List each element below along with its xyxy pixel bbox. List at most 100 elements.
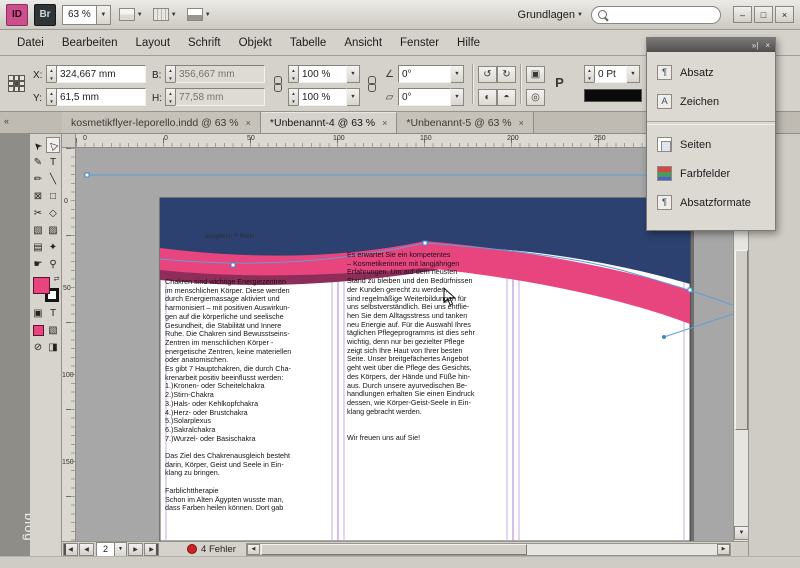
close-icon[interactable]: ×: [382, 118, 387, 128]
flip-horizontal-button[interactable]: ◐: [478, 89, 497, 106]
type-tool[interactable]: T: [46, 154, 60, 170]
scale-y-value[interactable]: 100 %: [298, 88, 347, 106]
menu-layout[interactable]: Layout: [126, 33, 179, 53]
zoom-tool[interactable]: ⚲: [46, 256, 60, 272]
apply-gradient-button[interactable]: ▧: [46, 322, 60, 338]
rotate-ccw-button[interactable]: ↺: [478, 66, 497, 83]
chevron-down-icon[interactable]: ▼: [347, 65, 360, 83]
tab-kosmetikflyer[interactable]: kosmetikflyer-leporello.indd @ 63 % ×: [62, 112, 261, 133]
gradient-feather-tool[interactable]: ▨: [46, 222, 60, 238]
shear-value[interactable]: 0°: [398, 88, 451, 106]
close-icon[interactable]: ×: [765, 41, 770, 50]
stroke-weight-field[interactable]: ▲▼ 0 Pt ▼: [584, 65, 640, 83]
scale-x-field[interactable]: ▲▼ 100 % ▼: [288, 65, 360, 83]
swap-fill-stroke-icon[interactable]: ⇄: [54, 275, 60, 283]
x-value[interactable]: 324,667 mm: [56, 65, 146, 83]
panel-item-seiten[interactable]: Seiten: [647, 130, 775, 159]
first-page-button[interactable]: ◀: [63, 543, 78, 556]
rotation-field[interactable]: 0° ▼: [398, 65, 464, 83]
panel-item-farbfelder[interactable]: Farbfelder: [647, 159, 775, 188]
constrain-dimensions-icon[interactable]: [272, 76, 282, 92]
workspace-switcher[interactable]: Grundlagen ▼: [516, 9, 585, 21]
hand-tool[interactable]: ☛: [31, 256, 45, 272]
direct-selection-tool[interactable]: ▷: [46, 137, 60, 153]
menu-bearbeiten[interactable]: Bearbeiten: [53, 33, 127, 53]
arrange-documents-button[interactable]: ▼: [185, 8, 213, 21]
menu-hilfe[interactable]: Hilfe: [448, 33, 489, 53]
panel-dock-header[interactable]: »| ×: [647, 38, 775, 52]
preflight-status[interactable]: 4 Fehler: [187, 544, 236, 555]
pencil-tool[interactable]: ✏: [31, 171, 45, 187]
scale-x-value[interactable]: 100 %: [298, 65, 347, 83]
rectangle-tool[interactable]: □: [46, 188, 60, 204]
horizontal-ruler[interactable]: 0 0 50 100 150 200 250: [76, 134, 733, 148]
scale-y-field[interactable]: ▲▼ 100 % ▼: [288, 88, 360, 106]
constrain-scale-icon[interactable]: [366, 76, 376, 92]
collapse-dock-icon[interactable]: «: [4, 116, 8, 126]
maximize-button[interactable]: □: [754, 6, 773, 23]
horizontal-scroll-thumb[interactable]: [261, 544, 527, 555]
expand-panels-icon[interactable]: »|: [752, 41, 759, 50]
fill-swatch[interactable]: [33, 277, 50, 294]
selection-tool[interactable]: ➤: [31, 137, 45, 153]
horizontal-scrollbar[interactable]: ◀ ▶: [246, 543, 731, 556]
formatting-affects-container-button[interactable]: ▣: [31, 305, 45, 321]
stroke-weight-value[interactable]: 0 Pt: [594, 65, 627, 83]
menu-schrift[interactable]: Schrift: [179, 33, 230, 53]
search-box[interactable]: [591, 6, 721, 24]
scissors-tool[interactable]: ✂: [31, 205, 45, 221]
apply-none-button[interactable]: ⊘: [31, 339, 45, 355]
line-tool[interactable]: ╲: [46, 171, 60, 187]
y-field[interactable]: ▲▼ 61,5 mm: [46, 88, 146, 106]
width-value[interactable]: 356,667 mm: [175, 65, 265, 83]
chevron-down-icon[interactable]: ▼: [96, 6, 110, 24]
bridge-icon[interactable]: Br: [34, 4, 56, 26]
menu-ansicht[interactable]: Ansicht: [335, 33, 391, 53]
scroll-down-button[interactable]: ▼: [734, 526, 749, 540]
gradient-tool[interactable]: ▧: [31, 222, 45, 238]
tab-unbenannt-5[interactable]: *Unbenannt-5 @ 63 % ×: [397, 112, 534, 133]
panel-item-absatz[interactable]: ¶ Absatz: [647, 58, 775, 87]
vertical-scroll-thumb[interactable]: [735, 250, 748, 430]
minimize-button[interactable]: –: [733, 6, 752, 23]
y-value[interactable]: 61,5 mm: [56, 88, 146, 106]
frame-tool[interactable]: ⊠: [31, 188, 45, 204]
height-value[interactable]: 77,58 mm: [175, 88, 265, 106]
close-icon[interactable]: ×: [519, 118, 524, 128]
note-tool[interactable]: ▤: [31, 239, 45, 255]
search-input[interactable]: [612, 8, 696, 21]
rotation-value[interactable]: 0°: [398, 65, 451, 83]
menu-tabelle[interactable]: Tabelle: [281, 33, 335, 53]
panel-item-zeichen[interactable]: A Zeichen: [647, 87, 775, 116]
scroll-right-button[interactable]: ▶: [717, 544, 730, 555]
view-mode-button[interactable]: ◨: [46, 339, 60, 355]
formatting-affects-text-button[interactable]: T: [46, 305, 60, 321]
rotate-cw-button[interactable]: ↻: [497, 66, 516, 83]
chevron-down-icon[interactable]: ▼: [627, 65, 640, 83]
x-field[interactable]: ▲▼ 324,667 mm: [46, 65, 146, 83]
width-field[interactable]: ▲▼ 356,667 mm: [165, 65, 265, 83]
panel-item-absatzformate[interactable]: ¶ Absatzformate: [647, 188, 775, 217]
select-content-button[interactable]: ◎: [526, 89, 545, 106]
flip-vertical-button[interactable]: ◓: [497, 89, 516, 106]
close-button[interactable]: ×: [775, 6, 794, 23]
view-options-button[interactable]: ▼: [117, 8, 145, 21]
document-canvas[interactable]: ausgleich ? Reiki Chakren sind wichtige …: [76, 148, 733, 541]
page-number-combo[interactable]: 2 ▼: [96, 542, 127, 557]
chevron-down-icon[interactable]: ▼: [347, 88, 360, 106]
apply-color-button[interactable]: [31, 322, 45, 338]
scroll-left-button[interactable]: ◀: [247, 544, 260, 555]
eyedropper-tool[interactable]: ✦: [46, 239, 60, 255]
vertical-ruler[interactable]: 0 50 100 150: [62, 148, 76, 541]
stroke-style-preview[interactable]: [584, 89, 642, 102]
tab-unbenannt-4[interactable]: *Unbenannt-4 @ 63 % ×: [261, 112, 398, 133]
zoom-level-combo[interactable]: 63 % ▼: [62, 5, 111, 25]
previous-page-button[interactable]: ◀: [79, 543, 94, 556]
reference-point-proxy[interactable]: [8, 75, 25, 92]
fill-stroke-swatches[interactable]: ⇄: [33, 277, 59, 302]
p-button[interactable]: P: [550, 74, 569, 91]
close-icon[interactable]: ×: [246, 118, 251, 128]
menu-datei[interactable]: Datei: [8, 33, 53, 53]
screen-mode-button[interactable]: ▼: [151, 8, 179, 21]
free-transform-tool[interactable]: ◇: [46, 205, 60, 221]
